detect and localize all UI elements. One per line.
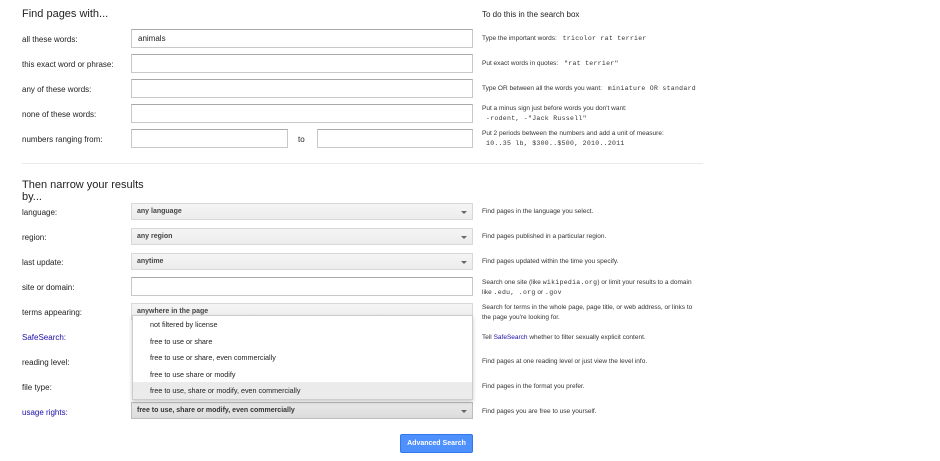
section-divider <box>22 163 703 164</box>
region-label: region: <box>22 233 47 242</box>
site-domain-label: site or domain: <box>22 283 75 292</box>
any-words-help-example: miniature OR standard <box>607 85 696 92</box>
any-words-label: any of these words: <box>22 85 92 94</box>
section-narrow-heading: Then narrow your results by... <box>22 179 144 203</box>
site-domain-input[interactable] <box>131 277 473 296</box>
usage-option[interactable]: free to use or share <box>133 333 472 350</box>
usage-option[interactable]: not filtered by license <box>133 316 472 333</box>
region-select[interactable]: any region <box>131 228 473 245</box>
section-narrow-heading-line2: by... <box>22 191 42 203</box>
numbers-to-input[interactable] <box>317 129 473 148</box>
safesearch-help-post: whether to filter sexually explicit cont… <box>529 334 646 341</box>
any-words-help: Type OR between all the words you want: … <box>482 84 696 94</box>
help-heading: To do this in the search box <box>482 10 580 19</box>
numbers-from-input[interactable] <box>131 129 288 148</box>
terms-appearing-help: Search for terms in the whole page, page… <box>482 303 692 323</box>
usage-rights-select-value: free to use, share or modify, even comme… <box>137 407 295 414</box>
language-label: language: <box>22 208 58 217</box>
exact-phrase-help-example: "rat terrier" <box>564 60 619 67</box>
exact-phrase-input[interactable] <box>131 54 473 73</box>
last-update-select[interactable]: anytime <box>131 253 473 270</box>
all-words-help-example: tricolor rat terrier <box>562 35 647 42</box>
terms-appearing-select-value: anywhere in the page <box>137 308 209 315</box>
site-domain-help-pre: Search one site (like <box>482 279 541 286</box>
numbers-range-help: Put 2 periods between the numbers and ad… <box>482 129 664 149</box>
usage-rights-dropdown-menu: not filtered by license free to use or s… <box>132 315 473 400</box>
usage-rights-select[interactable]: free to use, share or modify, even comme… <box>131 402 473 419</box>
site-domain-help-example2: .edu, .org <box>493 289 536 296</box>
language-select[interactable]: any language <box>131 203 473 220</box>
advanced-search-button[interactable]: Advanced Search <box>400 434 473 453</box>
all-words-label: all these words: <box>22 35 78 44</box>
region-help: Find pages published in a particular reg… <box>482 233 607 240</box>
usage-rights-link[interactable]: usage rights: <box>22 408 68 417</box>
site-domain-help-line2-pre: like <box>482 289 492 296</box>
all-words-input[interactable]: animals <box>131 29 473 48</box>
numbers-range-help-text: Put 2 periods between the numbers and ad… <box>482 130 664 137</box>
last-update-select-value: anytime <box>137 258 164 265</box>
site-domain-help: Search one site (like wikipedia.org) or … <box>482 278 692 298</box>
numbers-range-label: numbers ranging from: <box>22 135 103 144</box>
usage-option[interactable]: free to use or share, even commercially <box>133 349 472 366</box>
language-help: Find pages in the language you select. <box>482 208 594 215</box>
site-domain-help-example3: .gov <box>545 289 562 296</box>
exact-phrase-help: Put exact words in quotes: "rat terrier" <box>482 59 619 69</box>
last-update-help: Find pages updated within the time you s… <box>482 258 619 265</box>
chevron-down-icon <box>461 211 467 214</box>
usage-option-highlighted[interactable]: free to use, share or modify, even comme… <box>133 382 472 399</box>
none-words-input[interactable] <box>131 104 473 123</box>
chevron-down-icon <box>461 410 467 413</box>
section-narrow-heading-line1: Then narrow your results <box>22 179 144 191</box>
region-select-value: any region <box>137 233 173 240</box>
last-update-label: last update: <box>22 258 64 267</box>
site-domain-help-line2: like .edu, .org or .gov <box>482 288 692 298</box>
safesearch-link[interactable]: SafeSearch: <box>22 333 66 342</box>
section-find-heading: Find pages with... <box>22 8 109 20</box>
site-domain-help-line1: Search one site (like wikipedia.org) or … <box>482 278 692 288</box>
reading-level-label: reading level: <box>22 358 70 367</box>
site-domain-help-or: or <box>537 289 544 296</box>
none-words-label: none of these words: <box>22 110 97 119</box>
numbers-range-help-example: 10..35 lb, $300..$500, 2010..2011 <box>486 140 625 147</box>
exact-phrase-help-text: Put exact words in quotes: <box>482 60 559 67</box>
reading-level-help: Find pages at one reading level or just … <box>482 358 648 365</box>
exact-phrase-label: this exact word or phrase: <box>22 60 114 69</box>
language-select-value: any language <box>137 208 182 215</box>
all-words-help: Type the important words: tricolor rat t… <box>482 34 647 44</box>
file-type-label: file type: <box>22 383 52 392</box>
safesearch-help-pre: Tell <box>482 334 492 341</box>
site-domain-help-mid: ) or limit your results to a domain <box>597 279 692 286</box>
terms-appearing-help-line1: Search for terms in the whole page, page… <box>482 304 693 311</box>
any-words-input[interactable] <box>131 79 473 98</box>
all-words-help-text: Type the important words: <box>482 35 557 42</box>
chevron-down-icon <box>461 236 467 239</box>
site-domain-help-example1: wikipedia.org <box>542 279 598 286</box>
any-words-help-text: Type OR between all the words you want: <box>482 85 602 92</box>
safesearch-help: Tell SafeSearch whether to filter sexual… <box>482 333 646 343</box>
usage-option[interactable]: free to use share or modify <box>133 366 472 383</box>
safesearch-help-link[interactable]: SafeSearch <box>494 334 528 341</box>
terms-appearing-label: terms appearing: <box>22 308 83 317</box>
terms-appearing-help-line2: the page you're looking for. <box>482 314 560 321</box>
numbers-to-label: to <box>298 135 305 144</box>
none-words-help: Put a minus sign just before words you d… <box>482 104 627 124</box>
none-words-help-text: Put a minus sign just before words you d… <box>482 105 627 112</box>
usage-rights-help: Find pages you are free to use yourself. <box>482 408 597 415</box>
chevron-down-icon <box>461 261 467 264</box>
file-type-help: Find pages in the format you prefer. <box>482 383 585 390</box>
none-words-help-example: -rodent, -"Jack Russell" <box>486 115 587 122</box>
